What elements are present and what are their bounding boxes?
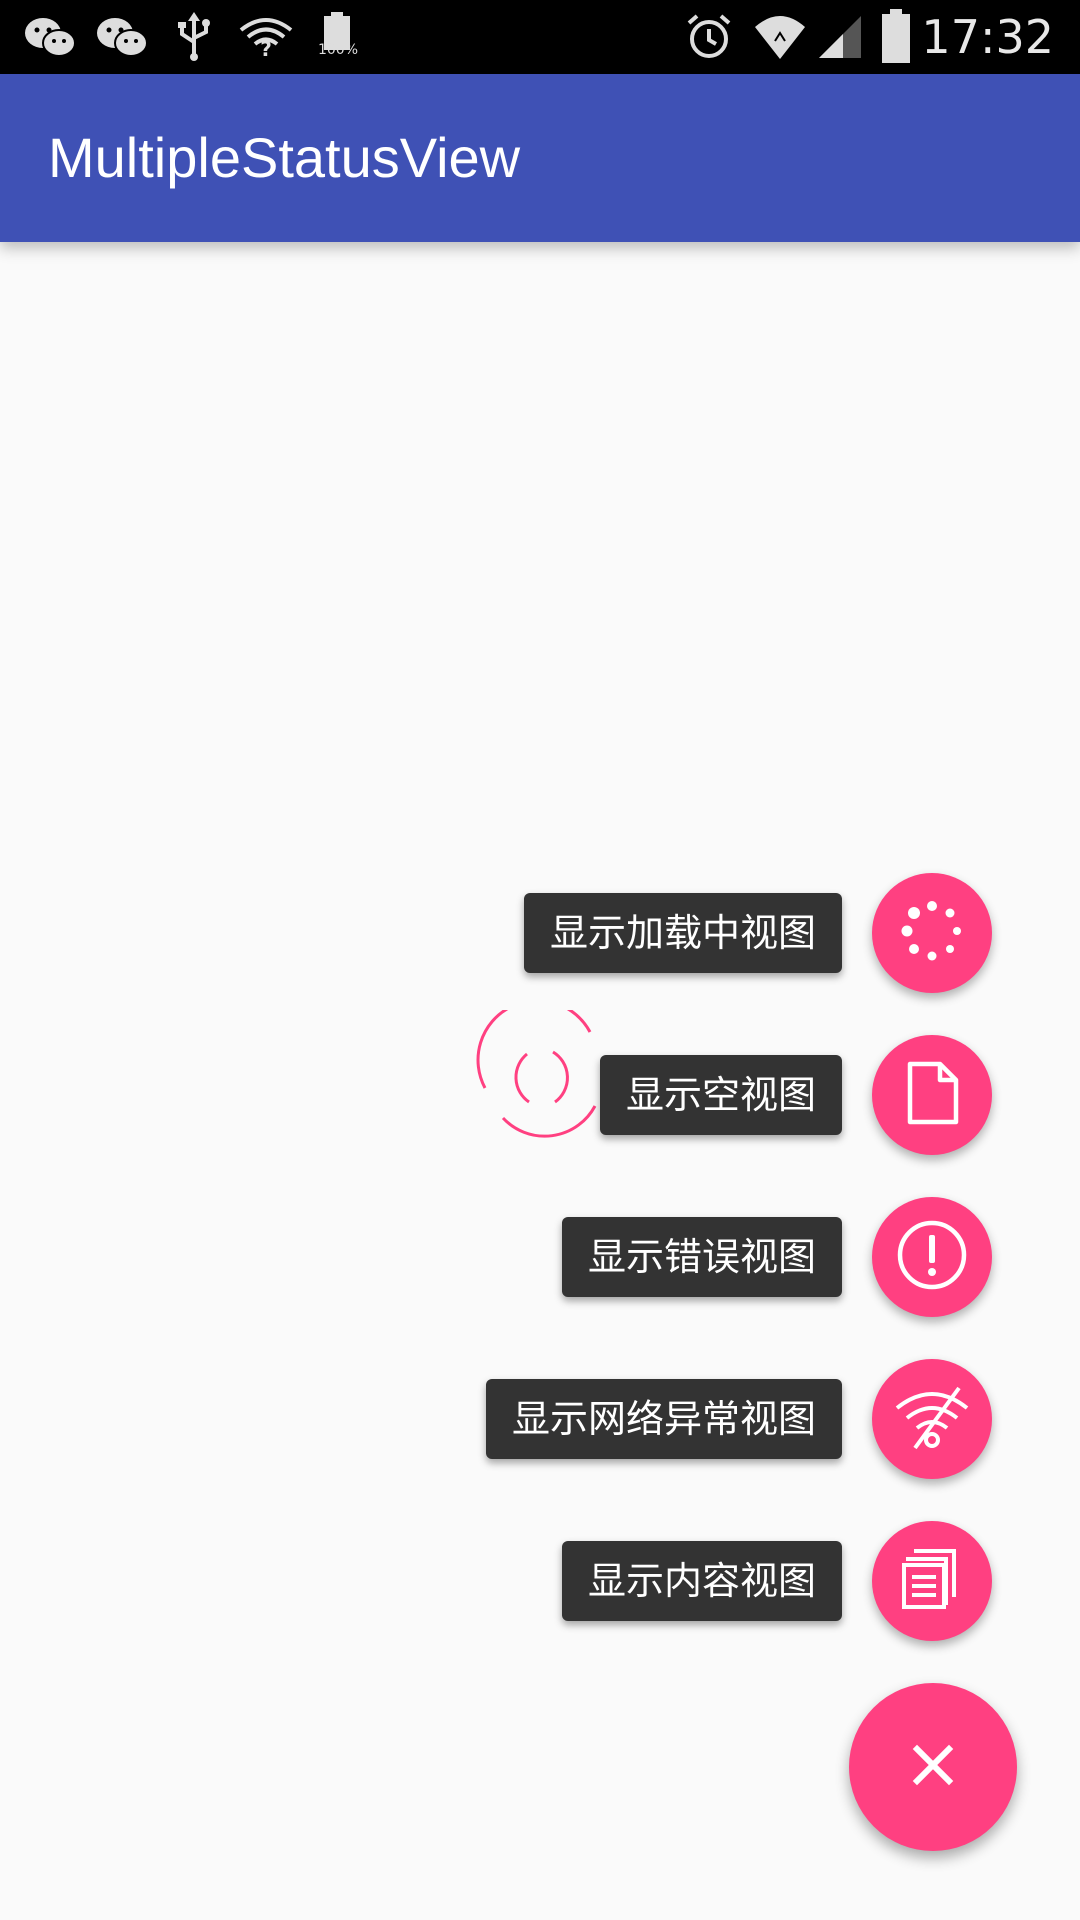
battery-icon (876, 9, 916, 63)
fab-label-content[interactable]: 显示内容视图 (561, 1541, 842, 1621)
wifi-question-icon: ? (238, 12, 294, 62)
fab-button-empty[interactable] (872, 1035, 992, 1155)
app-title: MultipleStatusView (48, 126, 521, 189)
fab-button-network[interactable] (872, 1359, 992, 1479)
empty-document-icon (902, 1060, 962, 1130)
wechat-icon (22, 12, 78, 62)
loading-dots-icon (900, 899, 964, 967)
fab-button-error[interactable] (872, 1197, 992, 1317)
screen: ? 100% 17:32 MultipleStatusView 显示加载中视图 … (0, 0, 1080, 1920)
app-bar: MultipleStatusView (0, 74, 1080, 242)
fab-menu-item-error: 显示错误视图 (0, 1197, 1080, 1317)
fab-menu-item-content: 显示内容视图 (0, 1521, 1080, 1641)
content-pages-icon (900, 1547, 964, 1615)
svg-text:?: ? (260, 37, 272, 58)
wifi-off-icon (893, 1382, 971, 1456)
close-icon (911, 1743, 955, 1791)
fab-label-error[interactable]: 显示错误视图 (561, 1217, 842, 1297)
fab-menu-item-empty: 显示空视图 (0, 1035, 1080, 1155)
cell-signal-icon (816, 12, 864, 62)
wechat-icon (94, 12, 150, 62)
fab-button-loading[interactable] (872, 873, 992, 993)
fab-label-network[interactable]: 显示网络异常视图 (485, 1379, 842, 1459)
fab-button-content[interactable] (872, 1521, 992, 1641)
fab-menu-item-network: 显示网络异常视图 (0, 1359, 1080, 1479)
status-bar-time: 17:32 (921, 10, 1054, 64)
fab-main-button[interactable] (849, 1683, 1017, 1851)
status-bar: ? 100% 17:32 (0, 0, 1080, 74)
fab-label-loading[interactable]: 显示加载中视图 (523, 893, 842, 973)
fab-label-empty[interactable]: 显示空视图 (599, 1055, 842, 1135)
fab-menu-item-loading: 显示加载中视图 (0, 873, 1080, 993)
battery-icon: 100% (316, 12, 360, 62)
battery-level-label: 100% (317, 42, 359, 58)
alarm-icon (684, 12, 734, 62)
error-icon (895, 1218, 969, 1296)
usb-icon (172, 12, 216, 62)
wifi-icon (752, 12, 808, 62)
